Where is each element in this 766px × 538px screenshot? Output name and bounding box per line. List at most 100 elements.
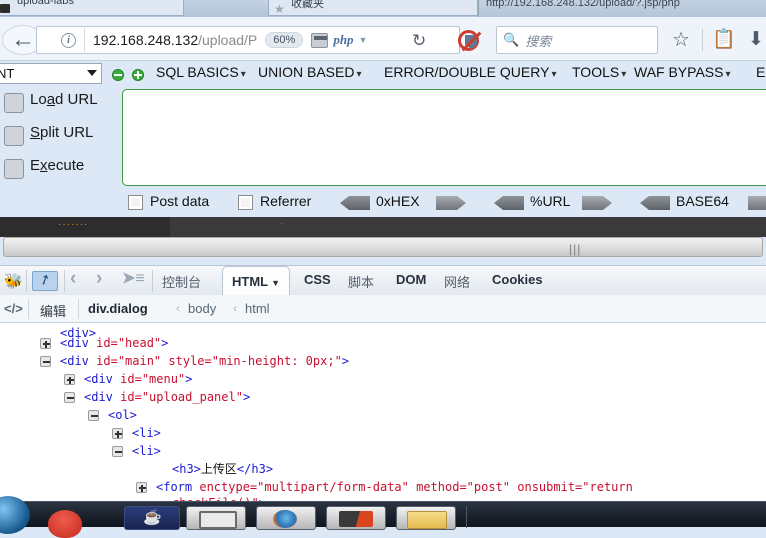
breadcrumb: </> 编辑 div.dialog ‹ body ‹ html [0, 295, 766, 323]
breadcrumb-item-body[interactable]: body [188, 301, 216, 316]
panel-splitter[interactable]: ||| [3, 237, 763, 257]
breadcrumb-item-html[interactable]: html [245, 301, 270, 316]
tree-token: </h3> [236, 462, 274, 476]
prev-icon[interactable]: ‹ [70, 268, 76, 290]
label-part: E [30, 157, 41, 174]
load-url-button[interactable]: Load URL [30, 91, 98, 108]
menu-label: E [756, 64, 766, 80]
list-icon[interactable]: ➤≡ [122, 268, 145, 288]
execute-button[interactable]: Execute [30, 157, 84, 174]
page-content-dot: · [280, 218, 283, 228]
url-textarea[interactable] [122, 89, 766, 186]
inspect-element-icon[interactable] [32, 271, 58, 291]
post-data-label[interactable]: Post data [150, 193, 209, 209]
info-icon[interactable]: i [61, 32, 76, 48]
library-icon[interactable]: 📋 [712, 30, 736, 49]
start-orb[interactable] [0, 496, 30, 534]
tree-line[interactable]: <li> [112, 443, 161, 460]
menu-union-based[interactable]: UNION BASED ▾ [258, 64, 362, 80]
tab-dom[interactable]: DOM [396, 272, 426, 287]
vm-window-icon[interactable] [186, 506, 246, 530]
browser-tab-active[interactable]: upload-labs [0, 0, 184, 16]
browser-tab-bookmarks[interactable]: ★ 收藏夹 [268, 0, 478, 16]
menu-tools[interactable]: TOOLS ▾ [572, 64, 626, 80]
reload-button[interactable]: ↻ [412, 31, 426, 51]
page-content-strip: ······· · [0, 217, 766, 237]
referrer-checkbox[interactable] [238, 195, 253, 210]
powerpoint-icon[interactable] [326, 506, 386, 530]
menu-waf-bypass[interactable]: WAF BYPASS ▾ [634, 64, 731, 80]
menu-error-double-query[interactable]: ERROR/DOUBLE QUERY ▾ [384, 64, 556, 80]
tree-line[interactable]: <li> [112, 425, 161, 442]
collapse-toggle-icon[interactable] [40, 356, 51, 367]
tab-network[interactable]: 网络 [444, 272, 470, 291]
download-icon[interactable]: ⬇ [748, 30, 764, 49]
php-switcher-label[interactable]: php [333, 32, 353, 48]
tree-line[interactable]: <div id="head"> [40, 335, 168, 352]
folder-icon[interactable] [396, 506, 456, 530]
chevron-down-icon[interactable]: ▼ [359, 35, 368, 45]
zoom-level-badge[interactable]: 60% [265, 32, 304, 48]
collapse-toggle-icon[interactable] [112, 446, 123, 457]
expand-toggle-icon[interactable] [112, 428, 123, 439]
tree-token: <h3> [172, 462, 201, 476]
html-source-tree[interactable]: <div> <div id="head"> <div id="main" style… [0, 323, 766, 501]
chevron-down-icon: ▾ [725, 69, 731, 80]
next-icon[interactable]: › [96, 268, 102, 290]
expand-toggle-icon[interactable] [64, 374, 75, 385]
menu-encoding[interactable]: E [756, 64, 765, 80]
breadcrumb-item-div-dialog[interactable]: div.dialog [88, 301, 148, 316]
splitter-grip[interactable]: ||| [569, 242, 581, 256]
tree-line[interactable]: <div id="menu"> [64, 371, 192, 388]
divider [78, 299, 79, 319]
expand-toggle-icon[interactable] [40, 338, 51, 349]
base64-encode-button[interactable] [748, 196, 766, 210]
url-path: /upload/P [198, 32, 258, 48]
tree-line[interactable]: <h3>上传区</h3> [172, 461, 273, 478]
noscript-blocked-icon[interactable] [458, 30, 479, 51]
expand-toggle-icon[interactable] [136, 482, 147, 493]
referrer-label[interactable]: Referrer [260, 193, 311, 209]
hex-encode-button[interactable] [436, 196, 466, 210]
tab-console[interactable]: 控制台 [162, 272, 201, 291]
menu-sql-basics[interactable]: SQL BASICS ▾ [156, 64, 246, 80]
tree-line[interactable]: <ol> [88, 407, 137, 424]
hex-decode-button[interactable] [340, 196, 370, 210]
edit-button[interactable]: 编辑 [40, 301, 66, 320]
post-data-checkbox[interactable] [128, 195, 143, 210]
add-button[interactable] [132, 69, 144, 81]
address-bar[interactable]: i 192.168.248.132/upload/P 60% php ▼ [36, 26, 460, 54]
collapse-toggle-icon[interactable] [64, 392, 75, 403]
url-encode-button[interactable] [582, 196, 612, 210]
base64-decode-button[interactable] [640, 196, 670, 210]
search-input[interactable]: 搜索 [525, 31, 551, 50]
remove-button[interactable] [112, 69, 124, 81]
browser-tab-title: upload-labs [17, 0, 74, 7]
collapse-toggle-icon[interactable] [88, 410, 99, 421]
label-part: d URL [55, 91, 98, 108]
address-bar-text: 192.168.248.132/upload/P [85, 32, 257, 48]
tree-line[interactable]: <form enctype="multipart/form-data" meth… [136, 479, 633, 496]
star-icon[interactable]: ☆ [672, 30, 690, 50]
split-url-button[interactable]: Split URL [30, 124, 93, 141]
firefox-icon[interactable] [256, 506, 316, 530]
tree-token: "main" [117, 354, 162, 368]
tab-cookies[interactable]: Cookies [492, 272, 543, 287]
tab-script[interactable]: 脚本 [348, 272, 374, 291]
tree-token: <form [156, 480, 193, 494]
tree-token: <ol> [108, 408, 137, 422]
java-icon[interactable] [124, 506, 180, 530]
url-decode-button[interactable] [494, 196, 524, 210]
search-bar[interactable]: 🔍 搜索 [496, 26, 658, 54]
tree-line[interactable]: <div id="main" style="min-height: 0px;"> [40, 353, 349, 370]
tab-html[interactable]: HTML ▼ [222, 266, 291, 296]
hackbar-dropdown[interactable]: NT [0, 63, 102, 84]
firebug-icon[interactable]: 🐝 [4, 272, 23, 290]
chevron-down-icon [87, 70, 97, 76]
tab-css[interactable]: CSS [304, 272, 331, 287]
code-icon[interactable]: </> [4, 301, 23, 316]
tree-token: id= [88, 336, 118, 350]
tree-token: id= [112, 390, 142, 404]
tree-line[interactable]: <div id="upload_panel"> [64, 389, 250, 406]
opera-icon[interactable] [48, 510, 82, 538]
